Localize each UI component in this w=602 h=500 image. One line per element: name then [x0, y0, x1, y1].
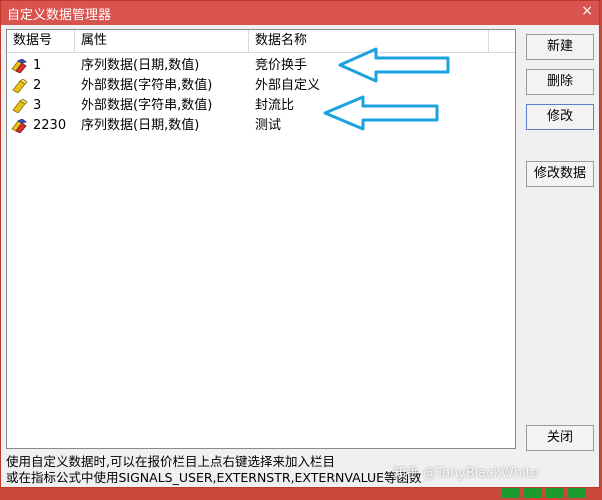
- row-attribute: 序列数据(日期,数值): [81, 118, 200, 133]
- close-button[interactable]: 关闭: [526, 425, 594, 451]
- row-attribute: 外部数据(字符串,数值): [81, 78, 213, 93]
- external-data-icon: [12, 99, 28, 113]
- row-id-cell: 2230: [7, 116, 75, 136]
- sequence-data-icon: [11, 59, 27, 73]
- modify-data-button[interactable]: 修改数据: [526, 161, 594, 187]
- new-button[interactable]: 新建: [526, 34, 594, 60]
- title-bar[interactable]: 自定义数据管理器 ×: [1, 1, 599, 25]
- background-green-block: [568, 488, 586, 498]
- column-header-blank: [489, 30, 515, 52]
- column-header-id[interactable]: 数据号: [7, 30, 75, 52]
- watermark: 知乎 @TonyBlackWhite: [393, 466, 539, 481]
- row-attribute: 外部数据(字符串,数值): [81, 98, 213, 113]
- column-header-attribute[interactable]: 属性: [75, 30, 249, 52]
- row-id: 2: [33, 78, 42, 93]
- sequence-data-icon: [11, 119, 27, 133]
- background-green-block: [524, 488, 542, 498]
- background-green-block: [502, 488, 520, 498]
- row-id-cell: 2: [7, 76, 75, 96]
- row-id: 1: [33, 58, 42, 73]
- row-id: 2230: [33, 118, 67, 133]
- annotation-arrow-icon: [338, 47, 450, 83]
- data-list[interactable]: 数据号 属性 数据名称 1 序列数据(日期,数值) 竞价换手 2 外部数据(字符…: [6, 29, 516, 449]
- annotation-arrow-icon: [323, 95, 439, 131]
- row-id-cell: 3: [7, 96, 75, 116]
- delete-button[interactable]: 删除: [526, 69, 594, 95]
- row-attribute: 序列数据(日期,数值): [81, 58, 200, 73]
- window-title: 自定义数据管理器: [7, 7, 112, 23]
- background-green-block: [546, 488, 564, 498]
- row-id: 3: [33, 98, 42, 113]
- custom-data-manager-dialog: 自定义数据管理器 × 数据号 属性 数据名称 1 序列数据(日期,数值) 竞价换…: [0, 0, 600, 488]
- close-icon[interactable]: ×: [581, 3, 593, 19]
- row-id-cell: 1: [7, 56, 75, 76]
- external-data-icon: [12, 79, 28, 93]
- modify-button[interactable]: 修改: [526, 104, 594, 130]
